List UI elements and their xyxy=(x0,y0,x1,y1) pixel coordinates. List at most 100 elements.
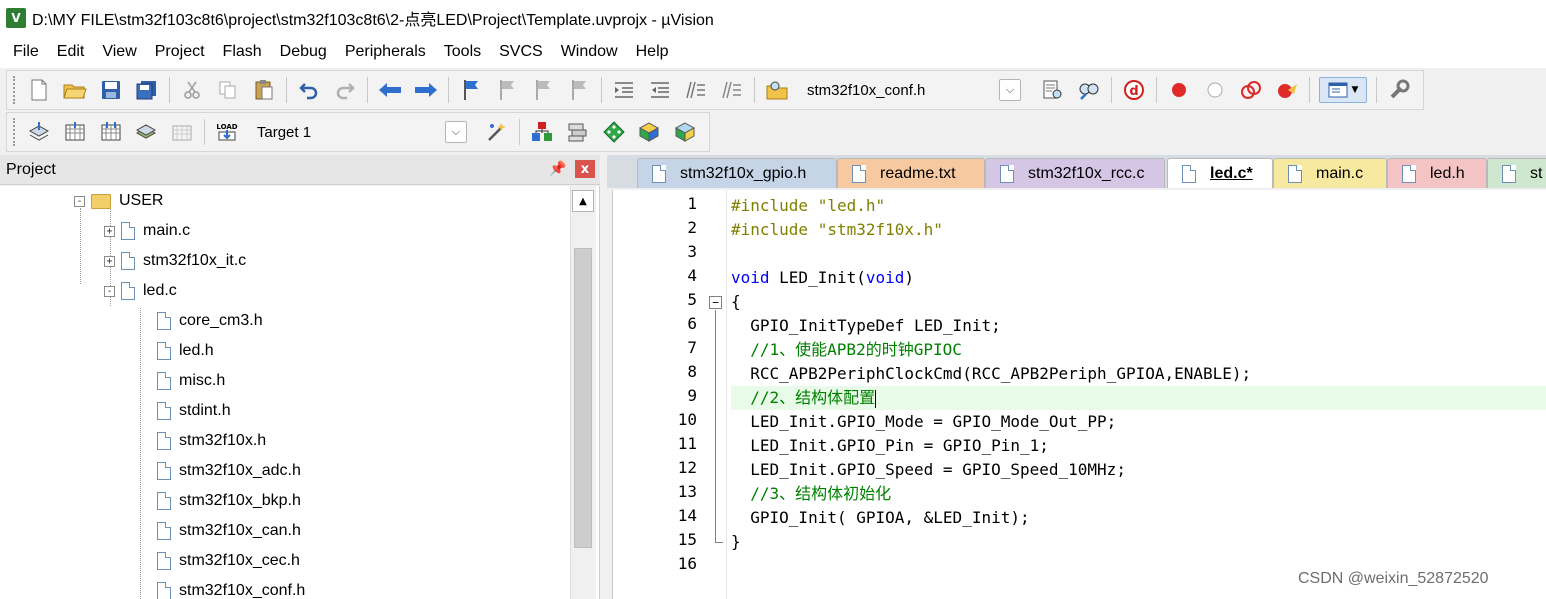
tree-item-stm32f10x-can-h[interactable]: stm32f10x_can.h xyxy=(157,516,301,546)
tree-item-stdint-h[interactable]: stdint.h xyxy=(157,396,231,426)
tree-item-core-cm3-h[interactable]: core_cm3.h xyxy=(157,306,263,336)
bookmark-icon[interactable] xyxy=(458,77,484,103)
batch-build-icon[interactable] xyxy=(133,119,159,145)
save-icon[interactable] xyxy=(98,77,124,103)
menu-debug[interactable]: Debug xyxy=(271,43,336,61)
indent-icon[interactable] xyxy=(611,77,637,103)
disable-breakpoint-icon[interactable] xyxy=(1202,77,1228,103)
rebuild-icon[interactable] xyxy=(98,119,124,145)
redo-icon[interactable] xyxy=(332,77,358,103)
collapse-icon[interactable]: - xyxy=(104,285,115,297)
tab-stm32f10x-rcc-c[interactable]: stm32f10x_rcc.c xyxy=(985,158,1165,188)
tree-item-stm32f10x-adc-h[interactable]: stm32f10x_adc.h xyxy=(157,456,301,486)
navigate-back-icon[interactable] xyxy=(377,77,403,103)
file-extensions-icon[interactable] xyxy=(529,119,555,145)
find-combo[interactable]: stm32f10x_conf.h ⌵ xyxy=(799,77,1031,103)
tab-readme-txt[interactable]: readme.txt xyxy=(837,158,985,188)
pack-update-icon[interactable] xyxy=(672,119,698,145)
tree-item-misc-h[interactable]: misc.h xyxy=(157,366,225,396)
find-combo-value[interactable]: stm32f10x_conf.h xyxy=(799,82,999,99)
tree-item-main-c[interactable]: + main.c xyxy=(104,216,190,246)
target-combo-value[interactable]: Target 1 xyxy=(249,124,445,141)
find-icon[interactable] xyxy=(1040,77,1066,103)
prev-bookmark-icon[interactable] xyxy=(494,77,520,103)
code-text: GPIO_Init( GPIOA, &LED_Init); xyxy=(731,508,1030,527)
menu-tools[interactable]: Tools xyxy=(435,43,490,61)
menu-peripherals[interactable]: Peripherals xyxy=(336,43,435,61)
tab-stm32f10x-gpio-h[interactable]: stm32f10x_gpio.h xyxy=(637,158,837,188)
tab-led-h[interactable]: led.h xyxy=(1387,158,1487,188)
manage-components-icon[interactable] xyxy=(565,119,591,145)
tab-partial[interactable]: st xyxy=(1487,158,1546,188)
code-line-8: RCC_APB2PeriphClockCmd(RCC_APB2Periph_GP… xyxy=(731,362,1251,386)
tree-item-stm32f10x-it-c[interactable]: + stm32f10x_it.c xyxy=(104,246,246,276)
disable-all-breakpoints-icon[interactable] xyxy=(1238,77,1264,103)
tree-item-led-c[interactable]: - led.c xyxy=(104,276,177,306)
new-file-icon[interactable] xyxy=(26,77,52,103)
clear-bookmarks-icon[interactable] xyxy=(566,77,592,103)
debug-session-icon[interactable]: d xyxy=(1121,77,1147,103)
text-cursor xyxy=(875,389,877,408)
close-icon[interactable]: x xyxy=(575,160,595,178)
menu-window[interactable]: Window xyxy=(552,43,627,61)
target-combo[interactable]: Target 1 ⌵ xyxy=(249,119,475,145)
open-folder-icon[interactable] xyxy=(62,77,88,103)
tree-item-stm32f10x-h[interactable]: stm32f10x.h xyxy=(157,426,266,456)
expand-icon[interactable]: + xyxy=(104,255,115,267)
paste-icon[interactable] xyxy=(251,77,277,103)
save-all-icon[interactable] xyxy=(134,77,160,103)
pin-icon[interactable]: 📌 xyxy=(549,161,566,177)
menu-view[interactable]: View xyxy=(93,43,145,61)
line-number-gutter: 1 2 3 4 5 6 7 8 9 10 11 12 13 14 15 16 xyxy=(613,190,707,599)
line-number: 9 xyxy=(687,386,697,405)
build-icon[interactable] xyxy=(62,119,88,145)
translate-icon[interactable] xyxy=(26,119,52,145)
target-options-icon[interactable] xyxy=(484,119,510,145)
select-packs-icon[interactable] xyxy=(601,119,627,145)
copy-icon[interactable] xyxy=(215,77,241,103)
tree-item-led-h[interactable]: led.h xyxy=(157,336,214,366)
configure-icon[interactable] xyxy=(1386,77,1412,103)
pack-installer-icon[interactable] xyxy=(636,119,662,145)
collapse-icon[interactable]: - xyxy=(74,195,85,207)
project-vertical-scrollbar[interactable]: ▲ xyxy=(570,186,596,599)
stop-build-icon[interactable] xyxy=(169,119,195,145)
chevron-down-icon[interactable]: ⌵ xyxy=(444,121,467,143)
menu-svcs[interactable]: SVCS xyxy=(490,43,552,61)
menu-help[interactable]: Help xyxy=(627,43,678,61)
tab-led-c[interactable]: led.c* xyxy=(1167,158,1273,188)
tab-label: stm32f10x_rcc.c xyxy=(1028,164,1145,182)
fold-collapse-icon[interactable]: − xyxy=(709,296,722,309)
tab-main-c[interactable]: main.c xyxy=(1273,158,1387,188)
uncomment-icon[interactable] xyxy=(719,77,745,103)
code-editor[interactable]: 1 2 3 4 5 6 7 8 9 10 11 12 13 14 15 16 −… xyxy=(612,190,1546,599)
menu-edit[interactable]: Edit xyxy=(48,43,94,61)
find-in-files-icon[interactable] xyxy=(764,77,790,103)
breakpoint-icon[interactable] xyxy=(1166,77,1192,103)
tab-label: st xyxy=(1530,164,1543,182)
undo-icon[interactable] xyxy=(296,77,322,103)
incremental-find-icon[interactable] xyxy=(1076,77,1102,103)
download-icon[interactable]: LOAD xyxy=(214,119,240,145)
tree-item-stm32f10x-bkp-h[interactable]: stm32f10x_bkp.h xyxy=(157,486,301,516)
scroll-up-arrow-icon[interactable]: ▲ xyxy=(572,190,594,212)
toolbar-grip[interactable] xyxy=(13,118,17,146)
tree-item-stm32f10x-conf-h[interactable]: stm32f10x_conf.h xyxy=(157,576,305,599)
unindent-icon[interactable] xyxy=(647,77,673,103)
window-layout-icon[interactable]: ▼ xyxy=(1319,77,1367,103)
chevron-down-icon[interactable]: ⌵ xyxy=(999,79,1021,101)
kill-breakpoints-icon[interactable] xyxy=(1274,77,1300,103)
expand-icon[interactable]: + xyxy=(104,225,115,237)
navigate-forward-icon[interactable] xyxy=(413,77,439,103)
toolbar-grip[interactable] xyxy=(13,76,17,104)
tree-item-user[interactable]: - USER xyxy=(74,186,163,216)
menu-flash[interactable]: Flash xyxy=(214,43,271,61)
menu-project[interactable]: Project xyxy=(146,43,214,61)
menu-file[interactable]: File xyxy=(4,43,48,61)
line-number: 10 xyxy=(677,410,697,429)
scrollbar-thumb[interactable] xyxy=(574,248,592,548)
tree-item-stm32f10x-cec-h[interactable]: stm32f10x_cec.h xyxy=(157,546,300,576)
cut-icon[interactable] xyxy=(179,77,205,103)
next-bookmark-icon[interactable] xyxy=(530,77,556,103)
comment-icon[interactable] xyxy=(683,77,709,103)
